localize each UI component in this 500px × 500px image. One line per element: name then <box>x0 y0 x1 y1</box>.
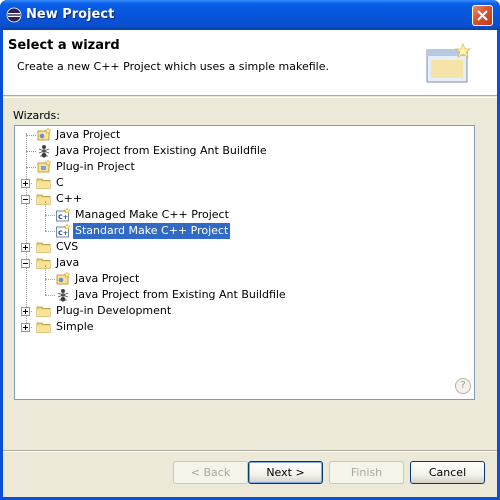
tree-guide-line <box>45 231 55 232</box>
folder-icon <box>36 175 52 191</box>
tree-item-label: Standard Make C++ Project <box>71 222 232 240</box>
expand-toggle[interactable] <box>21 323 30 332</box>
tree-guide-line <box>45 265 46 295</box>
tree-item[interactable]: Java Project from Existing Ant Buildfile <box>15 143 474 159</box>
close-button[interactable] <box>472 5 493 26</box>
next-button[interactable]: Next > <box>248 461 323 484</box>
expand-toggle[interactable] <box>21 243 30 252</box>
tree-folder[interactable]: Java <box>15 255 474 271</box>
tree-guide-line <box>26 167 36 168</box>
plugin-project-icon <box>36 159 52 175</box>
tree-item-label: C <box>56 176 64 189</box>
folder-icon <box>36 303 52 319</box>
tree-folder[interactable]: CVS <box>15 239 474 255</box>
collapse-toggle[interactable] <box>21 195 30 204</box>
tree-item[interactable]: Java Project <box>15 271 474 287</box>
tree-item-label: Plug-in Development <box>56 304 172 317</box>
back-button[interactable]: < Back <box>173 461 248 484</box>
cpp-project-icon: C+ <box>55 207 71 223</box>
tree-folder[interactable]: C <box>15 175 474 191</box>
wizards-tree[interactable]: Java Project Java Project from Existing A… <box>14 125 475 400</box>
tree-guide-line <box>45 201 46 231</box>
tree-item[interactable]: Plug-in Project <box>15 159 474 175</box>
wizards-label: Wizards: <box>13 109 60 122</box>
tree-item-label: Managed Make C++ Project <box>75 208 229 221</box>
svg-text:C+: C+ <box>58 213 68 221</box>
tree-folder[interactable]: Simple <box>15 319 474 335</box>
eclipse-icon <box>6 7 22 23</box>
window-title: New Project <box>26 7 115 22</box>
tree-item-label: Java <box>56 256 80 269</box>
folder-icon <box>36 255 52 271</box>
page-description: Create a new C++ Project which uses a si… <box>17 60 329 73</box>
finish-button[interactable]: Finish <box>329 461 404 484</box>
ant-icon <box>36 143 52 159</box>
tree-guide-line <box>45 215 55 216</box>
tree-item-label: C++ <box>56 192 83 205</box>
folder-icon <box>36 239 52 255</box>
wizard-banner: Select a wizard Create a new C++ Project… <box>3 30 497 96</box>
svg-text:C+: C+ <box>58 229 68 237</box>
tree-guide-line <box>26 151 36 152</box>
banner-separator <box>3 97 497 98</box>
java-project-icon <box>55 271 71 287</box>
tree-guide-line <box>45 295 55 296</box>
tree-item[interactable]: C+ Managed Make C++ Project <box>15 207 474 223</box>
ant-icon <box>55 287 71 303</box>
folder-icon <box>36 319 52 335</box>
tree-item-label: Plug-in Project <box>56 160 135 173</box>
new-wizard-banner-icon <box>426 43 472 83</box>
page-title: Select a wizard <box>8 38 120 53</box>
tree-folder[interactable]: Plug-in Development <box>15 303 474 319</box>
tree-folder[interactable]: C++ <box>15 191 474 207</box>
java-project-icon <box>36 127 52 143</box>
cpp-project-icon: C+ <box>55 223 71 239</box>
tree-item[interactable]: Java Project from Existing Ant Buildfile <box>15 287 474 303</box>
title-bar[interactable]: New Project <box>0 0 500 30</box>
tree-item-label: Java Project from Existing Ant Buildfile <box>75 288 286 301</box>
tree-item-label: Simple <box>56 320 94 333</box>
help-icon[interactable]: ? <box>455 378 471 394</box>
expand-toggle[interactable] <box>21 307 30 316</box>
cancel-button[interactable]: Cancel <box>410 461 485 484</box>
tree-item-label: Java Project <box>75 272 140 285</box>
tree-item-label: CVS <box>56 240 79 253</box>
expand-toggle[interactable] <box>21 179 30 188</box>
folder-icon <box>36 191 52 207</box>
new-project-window: New Project Select a wizard Create a new… <box>0 0 500 500</box>
tree-item-label: Java Project <box>56 128 121 141</box>
tree-item[interactable]: Java Project <box>15 127 474 143</box>
button-bar-separator-highlight <box>3 451 497 452</box>
dialog-client: Select a wizard Create a new C++ Project… <box>3 30 497 497</box>
collapse-toggle[interactable] <box>21 259 30 268</box>
tree-item[interactable]: C+ Standard Make C++ Project <box>15 222 474 240</box>
close-icon <box>477 10 488 21</box>
tree-guide-line <box>26 135 36 136</box>
tree-guide-line <box>45 279 55 280</box>
tree-item-label: Java Project from Existing Ant Buildfile <box>56 144 267 157</box>
